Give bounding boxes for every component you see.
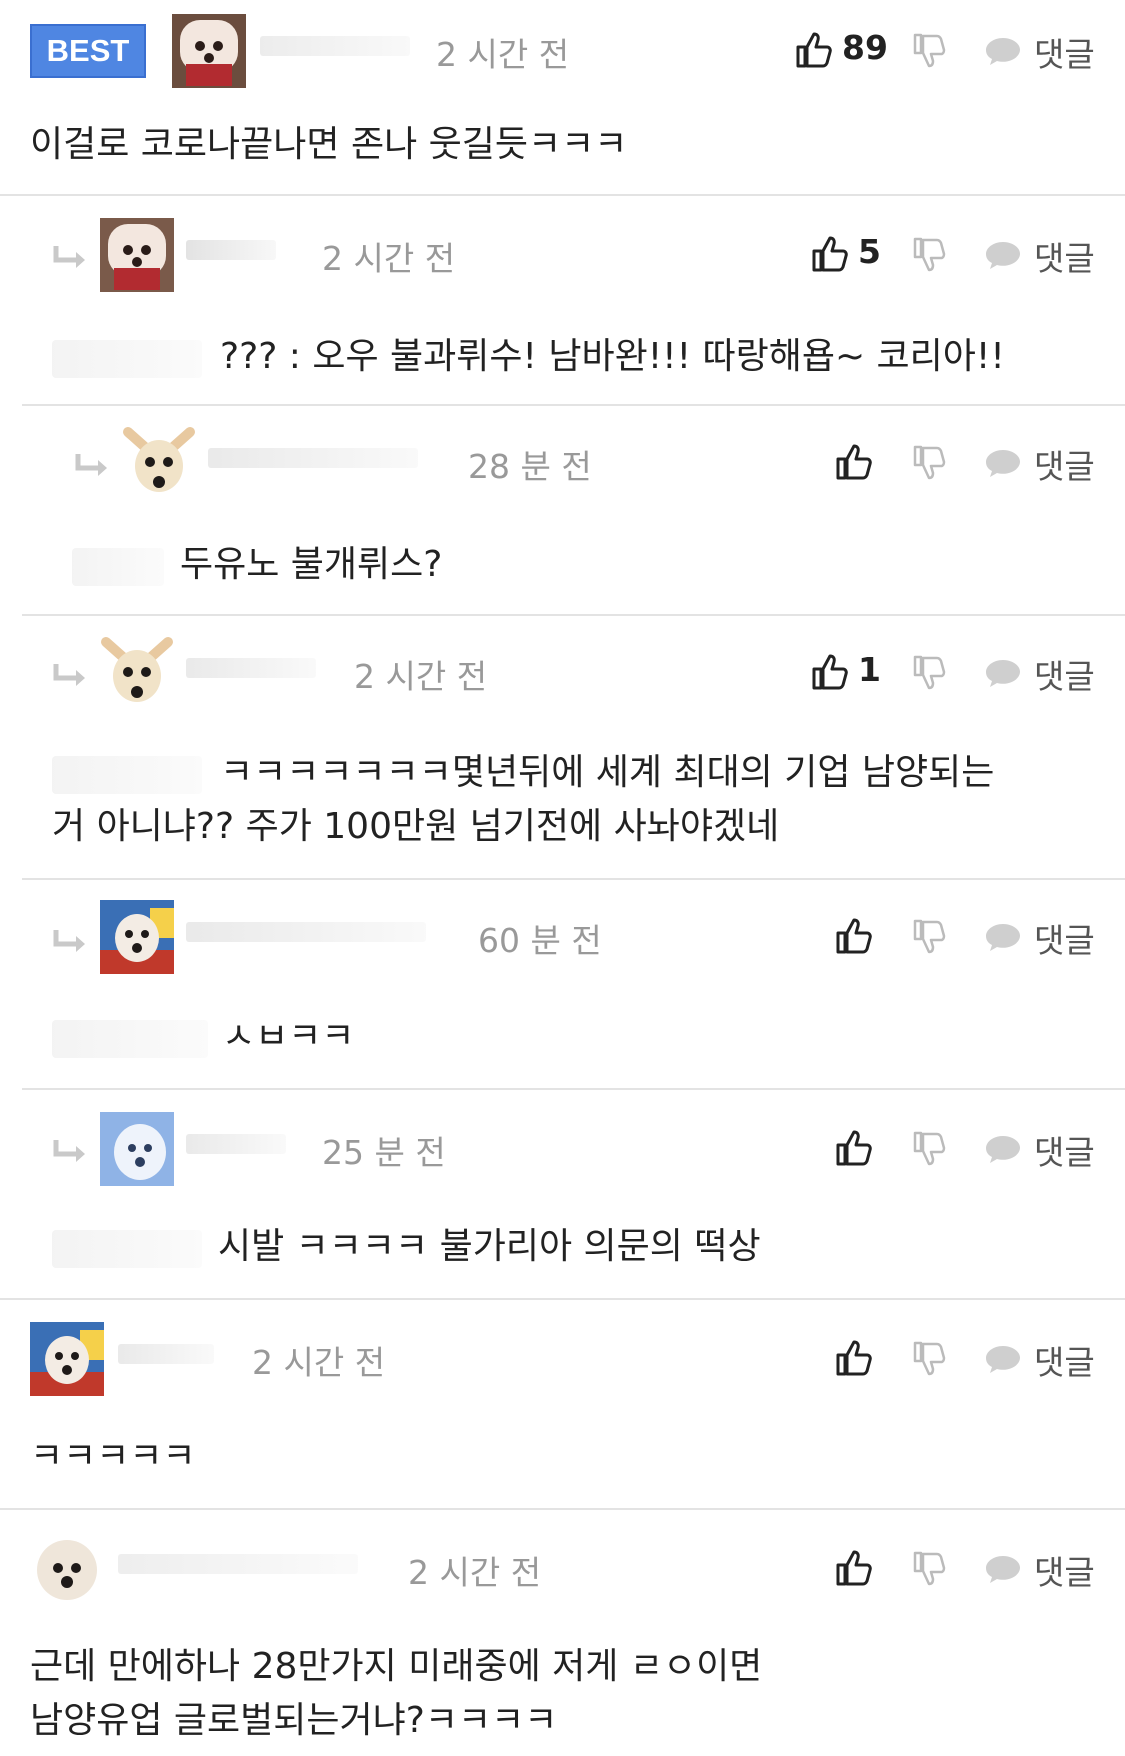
avatar[interactable] [100, 1112, 174, 1186]
thumbs-up-icon[interactable] [834, 916, 874, 956]
divider [22, 1088, 1125, 1090]
avatar[interactable] [100, 218, 174, 292]
like-count: 89 [842, 28, 888, 67]
reply-arrow-icon [53, 664, 85, 686]
nickname-redacted[interactable] [208, 448, 418, 468]
nickname-redacted[interactable] [186, 658, 316, 678]
timestamp: 28 분 전 [468, 447, 592, 486]
reply-label: 댓글 [1034, 239, 1095, 278]
timestamp: 2 시간 전 [252, 1343, 386, 1382]
reply-arrow-icon [53, 930, 85, 952]
reply-button[interactable]: 댓글 [984, 234, 1095, 278]
divider [22, 878, 1125, 880]
reply-label: 댓글 [1034, 657, 1095, 696]
reply-arrow-icon [75, 454, 107, 476]
timestamp: 2 시간 전 [322, 239, 456, 278]
avatar[interactable] [30, 1532, 104, 1606]
timestamp: 2 시간 전 [436, 35, 570, 74]
avatar[interactable] [122, 426, 196, 500]
thumbs-up-icon[interactable] [834, 1338, 874, 1378]
speech-bubble-icon [986, 38, 1020, 65]
thumbs-up-icon[interactable] [810, 652, 850, 692]
nickname-redacted[interactable] [186, 922, 426, 942]
reply-label: 댓글 [1034, 1133, 1095, 1172]
thumbs-up-icon[interactable] [834, 1548, 874, 1588]
speech-bubble-icon [986, 924, 1020, 951]
comment-text: ㅋㅋㅋㅋㅋㅋㅋ몇년뒤에 세계 최대의 기업 남양되는 거 아니냐?? 주가 10… [52, 752, 995, 847]
speech-bubble-icon [986, 242, 1020, 269]
comment-text: 시발 ㅋㅋㅋㅋ 불가리아 의문의 떡상 [218, 1226, 761, 1267]
timestamp: 60 분 전 [478, 921, 602, 960]
timestamp: 25 분 전 [322, 1133, 446, 1172]
reply-arrow-icon [53, 1140, 85, 1162]
comment-text: ㅋㅋㅋㅋㅋ [30, 1436, 196, 1477]
comment-text: 근데 만에하나 28만가지 미래중에 저게 ㄹㅇ이면 남양유업 글로벌되는거냐?… [30, 1646, 763, 1741]
reply-button[interactable]: 댓글 [984, 916, 1095, 960]
mention-redacted [72, 548, 164, 586]
reply-button[interactable]: 댓글 [984, 652, 1095, 696]
avatar[interactable] [172, 14, 246, 88]
thumbs-down-icon[interactable] [912, 444, 948, 484]
reply-button[interactable]: 댓글 [984, 442, 1095, 486]
thumbs-up-icon[interactable] [834, 1128, 874, 1168]
timestamp: 2 시간 전 [354, 657, 488, 696]
nickname-redacted[interactable] [118, 1554, 358, 1574]
comment-text: ㅅㅂㅋㅋ [222, 1016, 355, 1057]
avatar[interactable] [100, 900, 174, 974]
divider [0, 1298, 1125, 1300]
thumbs-down-icon[interactable] [912, 654, 948, 694]
reply-label: 댓글 [1034, 1343, 1095, 1382]
nickname-redacted[interactable] [260, 36, 410, 56]
thumbs-up-icon[interactable] [834, 442, 874, 482]
like-count: 1 [858, 650, 881, 689]
comment-text: ??? : 오우 불과뤼수! 남바완!!! 따랑해욥~ 코리아!! [220, 336, 1005, 377]
mention-redacted [52, 1230, 202, 1268]
speech-bubble-icon [986, 1556, 1020, 1583]
avatar[interactable] [100, 636, 174, 710]
avatar[interactable] [30, 1322, 104, 1396]
reply-label: 댓글 [1034, 921, 1095, 960]
divider [22, 404, 1125, 406]
reply-arrow-icon [53, 246, 85, 268]
nickname-redacted[interactable] [118, 1344, 214, 1364]
mention-redacted [52, 340, 202, 378]
reply-button[interactable]: 댓글 [984, 1548, 1095, 1592]
reply-label: 댓글 [1034, 447, 1095, 486]
thumbs-down-icon[interactable] [912, 236, 948, 276]
speech-bubble-icon [986, 660, 1020, 687]
best-badge: BEST [30, 24, 146, 78]
reply-label: 댓글 [1034, 35, 1095, 74]
speech-bubble-icon [986, 1346, 1020, 1373]
nickname-redacted[interactable] [186, 1134, 286, 1154]
reply-label: 댓글 [1034, 1553, 1095, 1592]
divider [0, 194, 1125, 196]
thumbs-up-icon[interactable] [810, 234, 850, 274]
timestamp: 2 시간 전 [408, 1553, 542, 1592]
reply-button[interactable]: 댓글 [984, 1128, 1095, 1172]
thumbs-down-icon[interactable] [912, 918, 948, 958]
divider [0, 1508, 1125, 1510]
reply-button[interactable]: 댓글 [984, 1338, 1095, 1382]
thumbs-down-icon[interactable] [912, 32, 948, 72]
comment-text: 두유노 불개뤼스? [180, 544, 443, 585]
speech-bubble-icon [986, 450, 1020, 477]
nickname-redacted[interactable] [186, 240, 276, 260]
thumbs-down-icon[interactable] [912, 1550, 948, 1590]
speech-bubble-icon [986, 1136, 1020, 1163]
thumbs-up-icon[interactable] [794, 30, 834, 70]
reply-button[interactable]: 댓글 [984, 30, 1095, 74]
mention-redacted [52, 1020, 208, 1058]
divider [22, 614, 1125, 616]
thumbs-down-icon[interactable] [912, 1130, 948, 1170]
thumbs-down-icon[interactable] [912, 1340, 948, 1380]
like-count: 5 [858, 232, 881, 271]
comment-text: 이걸로 코로나끝나면 존나 웃길듯ㅋㅋㅋ [30, 124, 628, 165]
